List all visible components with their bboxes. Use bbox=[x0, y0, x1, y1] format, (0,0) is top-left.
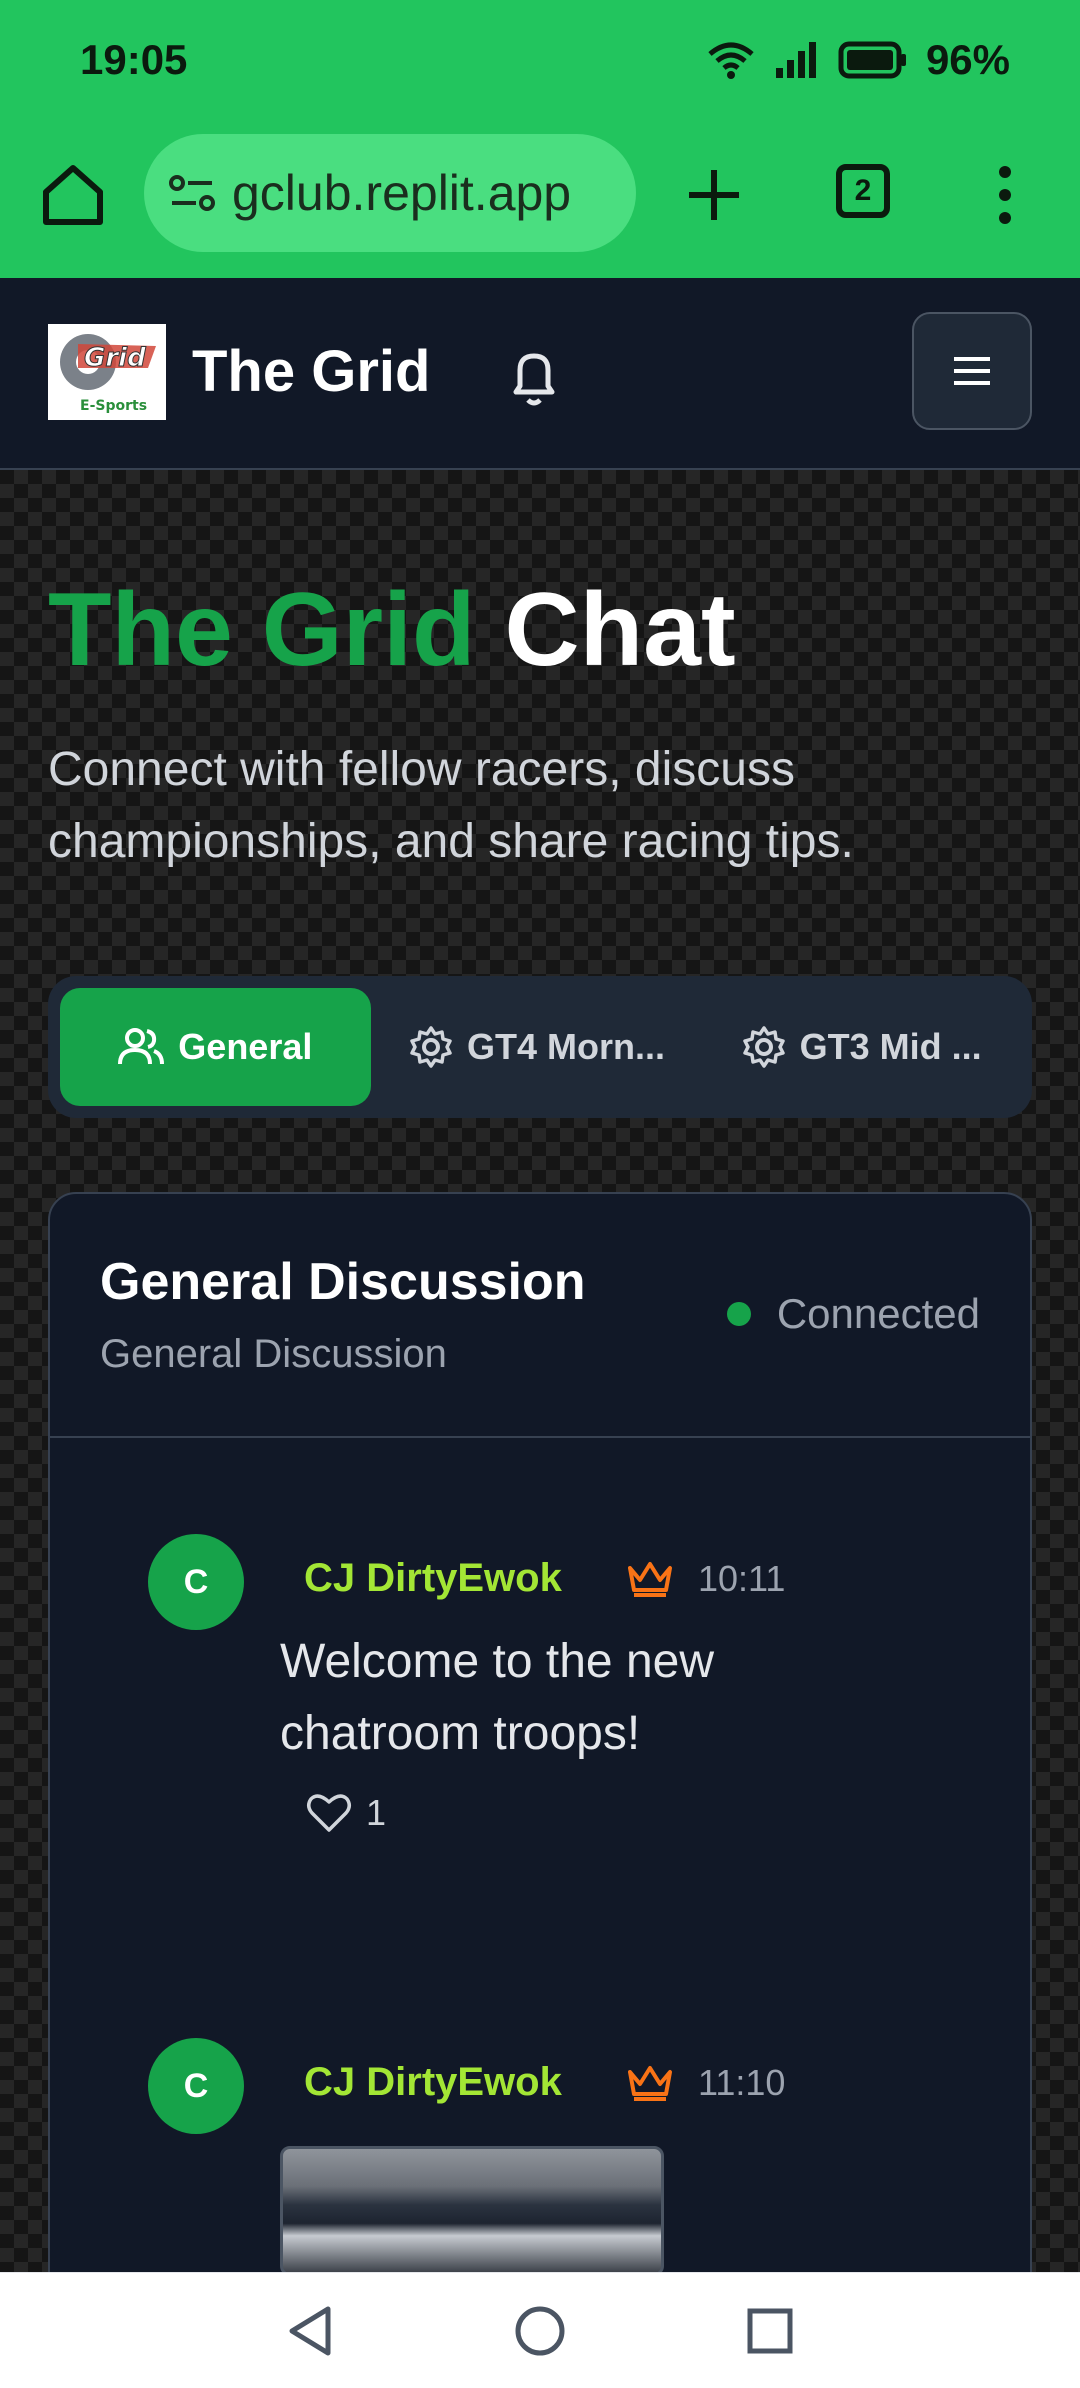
message-author[interactable]: CJ DirtyEwok bbox=[304, 2060, 562, 2105]
page-title: The Grid Chat bbox=[48, 570, 736, 690]
app-navbar: Grid E-Sports The Grid bbox=[0, 278, 1080, 470]
message-author[interactable]: CJ DirtyEwok bbox=[304, 1556, 562, 1601]
wifi-icon bbox=[708, 42, 754, 79]
title-accent: The Grid bbox=[48, 572, 476, 688]
gear-icon bbox=[742, 1026, 785, 1068]
menu-button[interactable] bbox=[912, 312, 1032, 430]
chat-subtitle: General Discussion bbox=[100, 1332, 447, 1376]
avatar[interactable]: C bbox=[148, 1534, 244, 1630]
status-bar: 19:05 96% bbox=[0, 0, 1080, 120]
users-icon bbox=[118, 1028, 165, 1065]
message-time: 10:11 bbox=[698, 1558, 786, 1599]
hamburger-icon bbox=[954, 357, 990, 385]
like-button[interactable]: 1 bbox=[306, 1792, 386, 1834]
message-time: 11:10 bbox=[698, 2062, 786, 2103]
url-text: gclub.replit.app bbox=[232, 165, 572, 221]
svg-text:Grid: Grid bbox=[84, 343, 146, 373]
chat-header: General Discussion General Discussion Co… bbox=[50, 1194, 1030, 1438]
logo-graphic: Grid E-Sports bbox=[60, 334, 156, 414]
tab-gt4-morning[interactable]: GT4 Morn... bbox=[379, 988, 696, 1106]
tab-general[interactable]: General bbox=[60, 988, 371, 1106]
home-icon[interactable] bbox=[38, 160, 108, 230]
tab-label: General bbox=[178, 1026, 313, 1067]
like-count: 1 bbox=[366, 1792, 387, 1833]
browser-toolbar: gclub.replit.app 2 bbox=[0, 120, 1080, 278]
title-rest: Chat bbox=[504, 572, 736, 688]
connection-label: Connected bbox=[776, 1290, 980, 1337]
app-title: The Grid bbox=[192, 339, 431, 404]
tab-gt3-mid[interactable]: GT3 Mid ... bbox=[703, 988, 1020, 1106]
status-time: 19:05 bbox=[80, 36, 188, 83]
crown-icon bbox=[628, 1562, 672, 1597]
gear-icon bbox=[410, 1026, 452, 1068]
logo-label: E-Sports bbox=[80, 398, 147, 414]
status-icons: 96% bbox=[706, 36, 1010, 84]
battery-percent: 96% bbox=[925, 36, 1010, 83]
new-tab-icon[interactable] bbox=[684, 160, 744, 230]
status-dot bbox=[726, 1302, 751, 1326]
site-settings-icon[interactable] bbox=[168, 173, 216, 213]
page-subtitle: Connect with fellow racers, discuss cham… bbox=[48, 743, 854, 868]
more-options-icon[interactable] bbox=[990, 160, 1020, 230]
message-text: Welcome to the new chatroom troops! bbox=[280, 1635, 714, 1760]
system-nav-bar bbox=[0, 2272, 1080, 2388]
bell-icon[interactable] bbox=[504, 344, 564, 414]
signal-icon bbox=[775, 42, 816, 78]
connection-status: Connected bbox=[726, 1290, 980, 1338]
grid-logo[interactable]: Grid E-Sports bbox=[48, 324, 166, 420]
recents-icon[interactable] bbox=[742, 2303, 798, 2359]
heart-icon bbox=[307, 1794, 351, 1832]
battery-icon bbox=[838, 41, 906, 79]
chat-title: General Discussion bbox=[100, 1253, 586, 1311]
chat-panel: General Discussion General Discussion Co… bbox=[48, 1192, 1032, 2388]
tab-label: GT3 Mid ... bbox=[799, 1026, 982, 1067]
tab-switcher-button[interactable]: 2 bbox=[836, 164, 890, 218]
back-icon[interactable] bbox=[282, 2303, 338, 2359]
crown-icon bbox=[628, 2066, 672, 2101]
message-image[interactable] bbox=[280, 2146, 664, 2276]
tab-label: GT4 Morn... bbox=[467, 1026, 666, 1067]
home-nav-icon[interactable] bbox=[512, 2303, 568, 2359]
avatar[interactable]: C bbox=[148, 2038, 244, 2134]
url-bar[interactable]: gclub.replit.app bbox=[144, 134, 636, 252]
channel-tabs: General GT4 Morn... GT3 Mid ... bbox=[48, 976, 1032, 1118]
